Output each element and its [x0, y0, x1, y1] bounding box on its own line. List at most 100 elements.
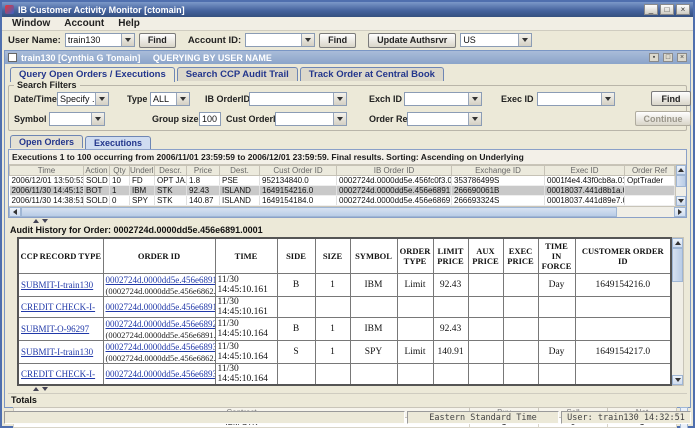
- order-id-link[interactable]: 0002724d.0000dd5e.456e6893.0001: [106, 369, 216, 379]
- type-combo[interactable]: ALL: [150, 92, 190, 106]
- exch-id-combo[interactable]: [404, 92, 482, 106]
- result-tabs: Open Orders Executions: [5, 133, 690, 148]
- audit-row: SUBMIT-O-96297 0002724d.0000dd5e.456e689…: [18, 318, 671, 341]
- order-id-note: (0002724d.0000dd5e.456e6862.0001): [106, 353, 213, 363]
- scroll-up-icon[interactable]: [676, 165, 686, 175]
- chevron-down-icon[interactable]: [91, 113, 104, 125]
- order-id-link[interactable]: 0002724d.0000dd5e.456e6891.0001: [106, 302, 216, 312]
- scroll-down-icon[interactable]: [676, 196, 686, 206]
- menu-account[interactable]: Account: [58, 18, 110, 29]
- search-filters-title: Search Filters: [14, 80, 80, 90]
- chevron-down-icon[interactable]: [95, 93, 108, 105]
- chevron-down-icon[interactable]: [468, 113, 481, 125]
- record-type-link[interactable]: CREDIT CHECK-I-: [21, 369, 95, 379]
- col-exchange-id[interactable]: Exchange ID: [452, 166, 545, 176]
- filters-find-button[interactable]: Find: [651, 91, 691, 106]
- chevron-down-icon[interactable]: [121, 34, 134, 46]
- collapse-down-icon[interactable]: [42, 387, 48, 391]
- order-ref-label: Order Ref: [369, 114, 411, 124]
- account-id-combo[interactable]: [245, 33, 315, 47]
- split-divider[interactable]: [5, 218, 690, 225]
- tab-search-ccp-audit-trail[interactable]: Search CCP Audit Trail: [177, 67, 298, 81]
- date-time-label: Date/Time: [14, 94, 57, 104]
- col-order-ref[interactable]: Order Ref: [625, 166, 675, 176]
- group-size-input[interactable]: [199, 112, 221, 126]
- frame-iconify-icon[interactable]: ▪: [649, 53, 659, 62]
- symbol-combo[interactable]: [49, 112, 105, 126]
- audit-vertical-scrollbar[interactable]: [672, 237, 684, 386]
- order-id-link[interactable]: 0002724d.0000dd5e.456e6892.0001: [106, 319, 216, 329]
- tab-executions[interactable]: Executions: [85, 136, 151, 149]
- record-type-link[interactable]: SUBMIT-I-train130: [21, 347, 93, 357]
- frame-maximize-icon[interactable]: □: [663, 53, 673, 62]
- chevron-down-icon[interactable]: [468, 93, 481, 105]
- collapse-up-icon[interactable]: [33, 387, 39, 391]
- execution-row[interactable]: 2006/11/30 14:38:51SOLD 0SPY STK140.87 I…: [10, 196, 675, 206]
- totals-title: Totals: [8, 394, 687, 407]
- scrollbar-thumb[interactable]: [21, 207, 617, 217]
- frame-checkbox[interactable]: [8, 53, 17, 62]
- update-authsrvr-button[interactable]: Update Authsrvr: [368, 33, 456, 48]
- scrollbar-thumb[interactable]: [672, 248, 683, 282]
- chevron-down-icon[interactable]: [601, 93, 614, 105]
- collapse-up-icon[interactable]: [33, 219, 39, 223]
- execution-row-selected[interactable]: 2006/11/30 14:45:13BOT 1IBM STK92.43 ISL…: [10, 186, 675, 196]
- col-price[interactable]: Price: [187, 166, 220, 176]
- menu-help[interactable]: Help: [112, 18, 146, 29]
- date-time-combo[interactable]: Specify ...: [57, 92, 109, 106]
- order-id-link[interactable]: 0002724d.0000dd5e.456e6893.0001: [106, 342, 216, 352]
- cust-orderid-combo[interactable]: [275, 112, 347, 126]
- executions-vertical-scrollbar[interactable]: [675, 165, 686, 206]
- ib-orderid-combo[interactable]: [249, 92, 347, 106]
- chevron-down-icon[interactable]: [333, 113, 346, 125]
- record-type-link[interactable]: CREDIT CHECK-I-: [21, 302, 95, 312]
- scroll-up-icon[interactable]: [672, 238, 683, 248]
- col-time-in-force: TIME IN FORCE: [538, 238, 575, 274]
- ib-orderid-label: IB OrderID: [205, 94, 250, 104]
- chevron-down-icon[interactable]: [176, 93, 189, 105]
- find-user-button[interactable]: Find: [139, 33, 176, 48]
- menu-window[interactable]: Window: [6, 18, 56, 29]
- col-dest[interactable]: Dest.: [220, 166, 260, 176]
- order-ref-combo[interactable]: [407, 112, 482, 126]
- col-descr[interactable]: Descr.: [155, 166, 187, 176]
- chevron-down-icon[interactable]: [301, 34, 314, 46]
- split-divider[interactable]: [5, 386, 690, 393]
- col-qty[interactable]: Qty: [110, 166, 130, 176]
- col-exec-id[interactable]: Exec ID: [545, 166, 625, 176]
- exec-id-combo[interactable]: [537, 92, 615, 106]
- scroll-right-icon[interactable]: [674, 207, 686, 217]
- collapse-down-icon[interactable]: [42, 219, 48, 223]
- tab-open-orders[interactable]: Open Orders: [10, 135, 83, 148]
- col-time[interactable]: Time: [10, 166, 84, 176]
- record-type-link[interactable]: SUBMIT-O-96297: [21, 324, 89, 334]
- execution-row[interactable]: 2006/12/01 13:50:53SOLD 10FD OPT JA..1.8…: [10, 176, 675, 186]
- order-id-note: (0002724d.0000dd5e.456e6891.0001): [106, 330, 213, 340]
- frame-close-icon[interactable]: ×: [677, 53, 687, 62]
- scroll-left-icon[interactable]: [9, 207, 21, 217]
- audit-row: SUBMIT-I-train130 0002724d.0000dd5e.456e…: [18, 341, 671, 364]
- scroll-down-icon[interactable]: [672, 375, 683, 385]
- close-button[interactable]: ×: [676, 4, 690, 15]
- region-combo[interactable]: US: [460, 33, 532, 47]
- col-ib-order-id[interactable]: IB Order ID: [337, 166, 452, 176]
- order-id-link[interactable]: 0002724d.0000dd5e.456e6891.0001: [106, 275, 216, 285]
- maximize-button[interactable]: □: [660, 4, 674, 15]
- chevron-down-icon[interactable]: [518, 34, 531, 46]
- minimize-button[interactable]: _: [644, 4, 658, 15]
- tab-track-order-central-book[interactable]: Track Order at Central Book: [300, 67, 444, 81]
- continue-button[interactable]: Continue: [635, 111, 691, 126]
- executions-horizontal-scrollbar[interactable]: [9, 206, 686, 217]
- find-account-button[interactable]: Find: [319, 33, 356, 48]
- col-action[interactable]: Action: [84, 166, 110, 176]
- status-timezone: Eastern Standard Time: [407, 411, 559, 424]
- col-cust-order-id[interactable]: Cust Order ID: [260, 166, 337, 176]
- status-user-time: User: train130 14:32:51: [561, 411, 691, 424]
- user-name-combo[interactable]: train130: [65, 33, 135, 47]
- exch-id-label: Exch ID: [369, 94, 402, 104]
- chevron-down-icon[interactable]: [333, 93, 346, 105]
- record-type-link[interactable]: SUBMIT-I-train130: [21, 280, 93, 290]
- symbol-label: Symbol: [14, 114, 47, 124]
- col-underl[interactable]: Underl.: [130, 166, 155, 176]
- scrollbar-thumb[interactable]: [676, 175, 686, 187]
